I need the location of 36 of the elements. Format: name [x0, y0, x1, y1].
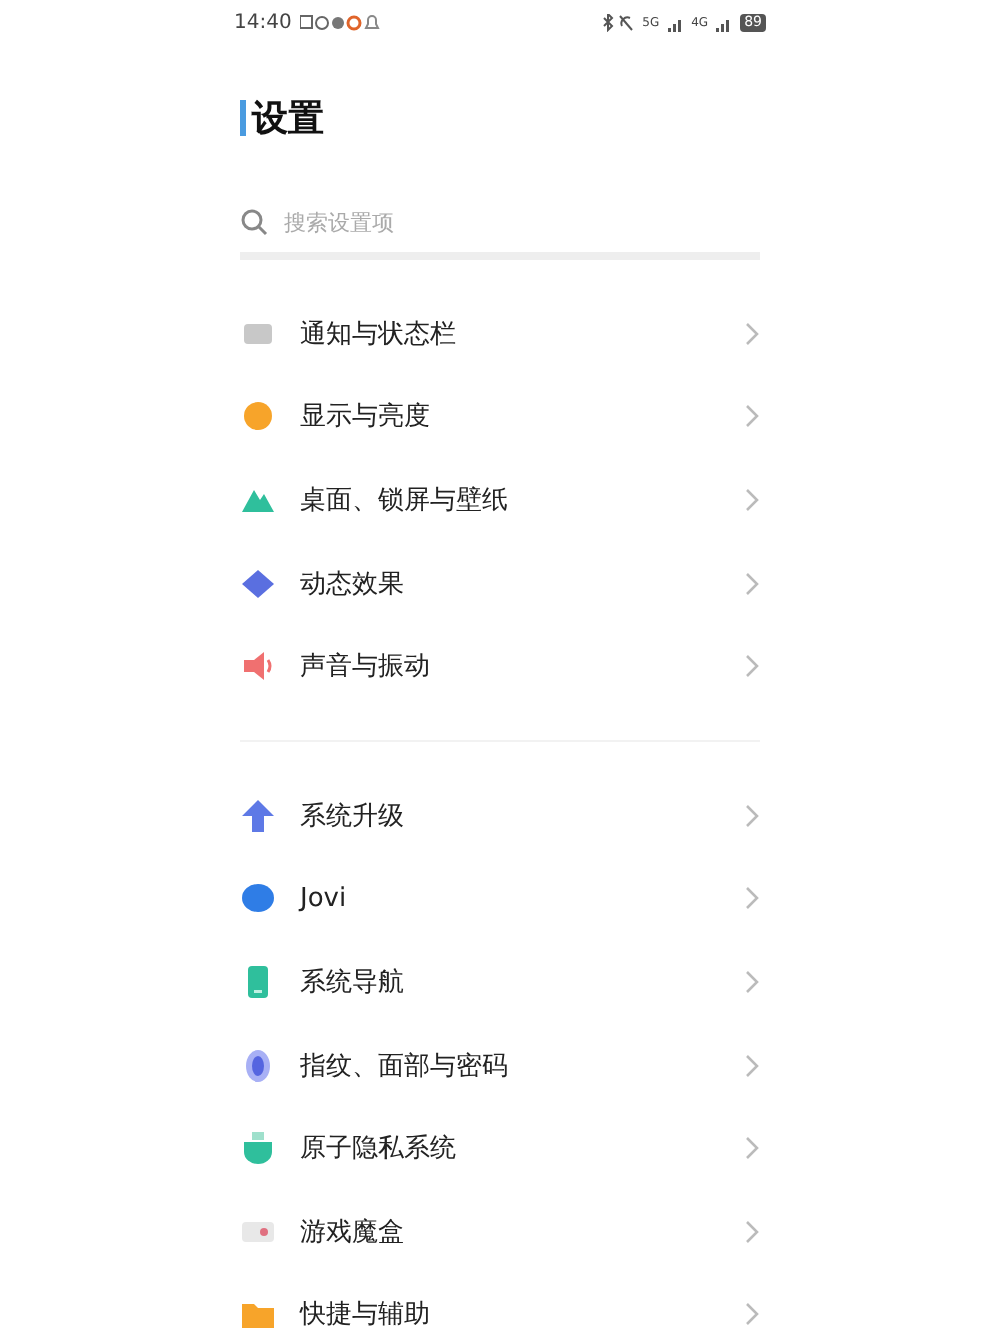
settings-item[interactable]: 通知与状态栏 — [300, 315, 720, 352]
chevron-right-icon — [744, 487, 760, 512]
signal-icon — [667, 15, 684, 31]
settings-item[interactable]: 原子隐私系统 — [300, 1130, 720, 1167]
chevron-right-icon — [744, 803, 760, 828]
settings-item[interactable]: 指纹、面部与密码 — [300, 1047, 720, 1084]
notification-icons-drawing — [299, 14, 380, 32]
chevron-right-icon — [744, 571, 760, 596]
chevron-right-icon — [744, 321, 760, 346]
settings-item[interactable]: 快捷与辅助 — [300, 1296, 720, 1332]
search-field[interactable]: 搜索设置项 — [284, 209, 760, 235]
diamond-icon — [240, 565, 276, 602]
signal-icon — [716, 15, 733, 31]
settings-item[interactable]: 声音与振动 — [300, 648, 720, 685]
settings-item[interactable]: Jovi — [300, 883, 720, 914]
chevron-right-icon — [744, 1302, 760, 1327]
arrow-up-icon — [240, 797, 276, 834]
settings-item[interactable]: 显示与亮度 — [300, 398, 720, 435]
chevron-right-icon — [744, 1219, 760, 1244]
settings-item[interactable]: 系统导航 — [300, 963, 720, 1000]
chevron-right-icon — [744, 969, 760, 994]
settings-item[interactable]: 动态效果 — [300, 565, 720, 602]
speaker-icon — [240, 648, 276, 685]
chevron-right-icon — [744, 404, 760, 429]
fingerprint-icon — [240, 1047, 276, 1084]
page-title: 设置 — [252, 96, 324, 142]
settings-item[interactable]: 桌面、锁屏与壁纸 — [300, 481, 720, 518]
settings-item[interactable]: 游戏魔盒 — [300, 1213, 720, 1250]
chevron-right-icon — [744, 1136, 760, 1161]
chevron-right-icon — [744, 886, 760, 911]
status-time: 14:40 — [234, 12, 292, 34]
chevron-right-icon — [744, 654, 760, 679]
chevron-right-icon — [744, 1053, 760, 1078]
settings-item[interactable]: 系统升级 — [300, 797, 720, 834]
sun-icon — [240, 398, 276, 435]
search-icon — [240, 208, 268, 236]
